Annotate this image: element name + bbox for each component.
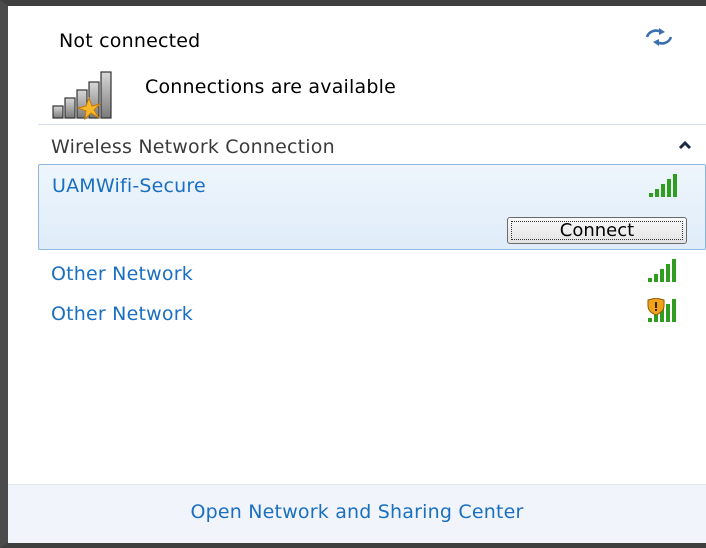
- connection-status-title: Not connected: [59, 30, 201, 52]
- chevron-up-icon[interactable]: [678, 140, 692, 150]
- section-label: Wireless Network Connection: [51, 136, 335, 158]
- signal-strength-icon: [649, 174, 677, 197]
- signal-bars-with-star-icon: [52, 71, 112, 120]
- open-network-sharing-center-link[interactable]: Open Network and Sharing Center: [8, 501, 706, 523]
- wireless-section-header[interactable]: Wireless Network Connection: [39, 126, 706, 168]
- network-item[interactable]: Other Network: [38, 256, 706, 292]
- network-name: Other Network: [51, 263, 193, 285]
- connect-button-label: Connect: [559, 220, 635, 241]
- refresh-icon[interactable]: [644, 26, 674, 48]
- signal-strength-shield-icon: [647, 298, 676, 322]
- network-flyout: Not connected Connections are available …: [8, 6, 706, 543]
- connect-button[interactable]: Connect: [507, 217, 687, 244]
- signal-strength-icon: [648, 259, 676, 282]
- footer: Open Network and Sharing Center: [8, 484, 706, 543]
- network-item[interactable]: Other Network: [38, 296, 706, 332]
- network-name: UAMWifi-Secure: [52, 175, 206, 197]
- network-name: Other Network: [51, 303, 193, 325]
- availability-text: Connections are available: [145, 76, 396, 98]
- divider: [38, 124, 706, 125]
- network-item-selected[interactable]: UAMWifi-Secure Connect: [38, 164, 706, 250]
